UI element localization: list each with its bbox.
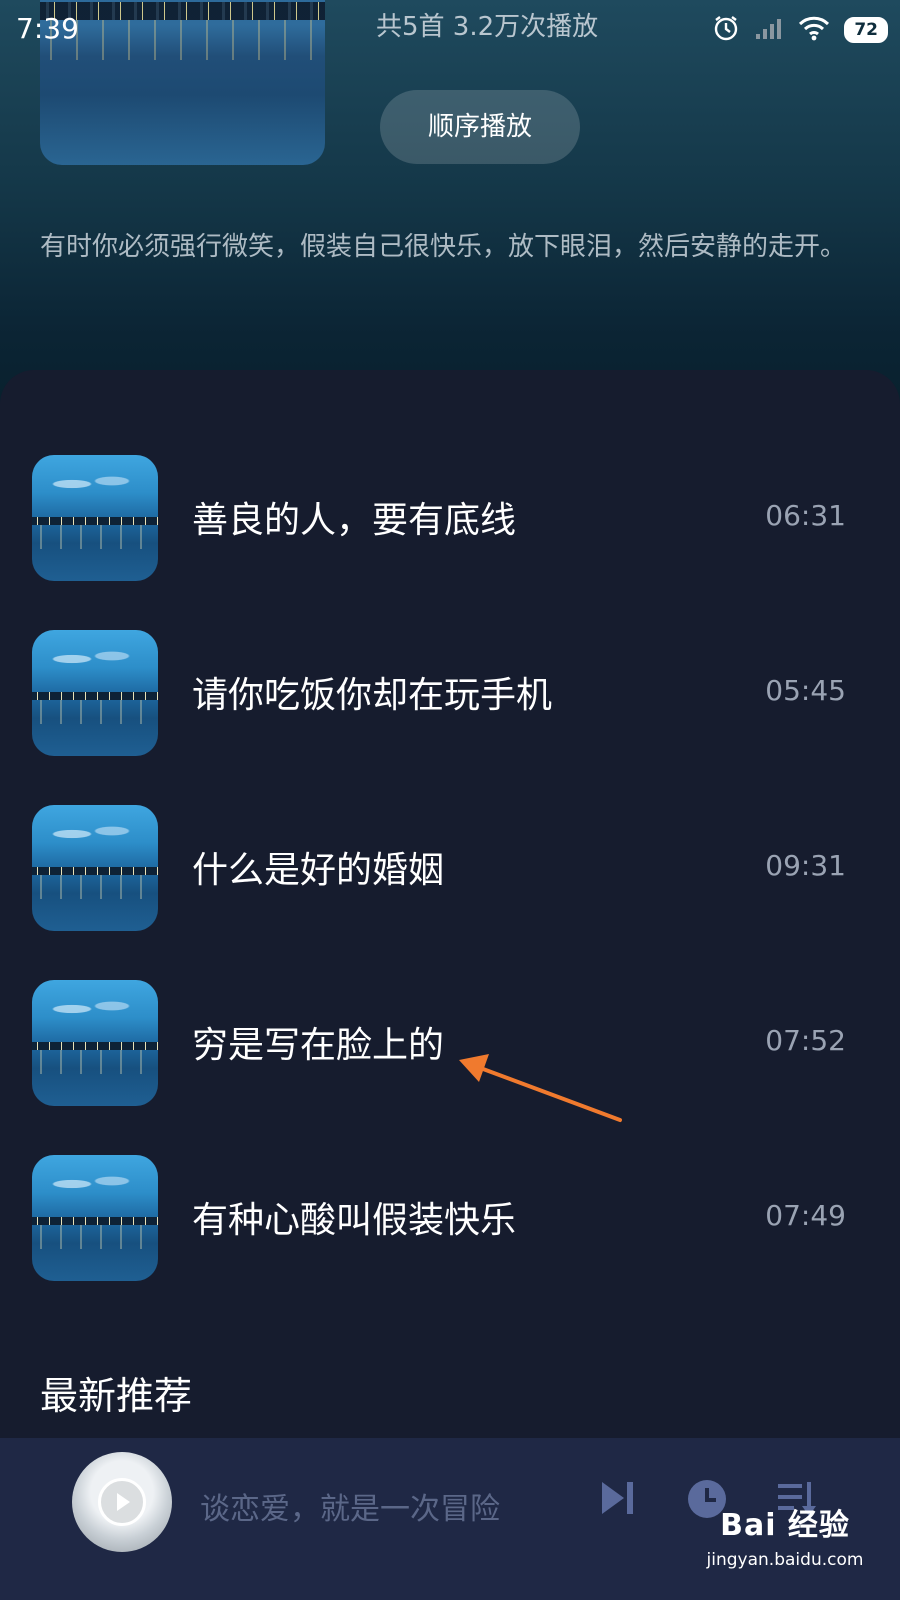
- status-time: 7:39: [16, 12, 79, 45]
- track-duration: 05:45: [765, 674, 846, 707]
- alarm-icon: [712, 14, 740, 46]
- latest-recommend-title: 最新推荐: [40, 1374, 193, 1418]
- track-title: 有种心酸叫假装快乐: [192, 1200, 517, 1241]
- cover-skyline: [40, 2, 325, 20]
- album-description: 有时你必须强行微笑，假装自己很快乐，放下眼泪，然后安静的走开。: [40, 232, 847, 262]
- track-row[interactable]: 善良的人，要有底线 06:31: [0, 455, 900, 581]
- track-title: 什么是好的婚姻: [192, 850, 445, 891]
- now-playing-cover[interactable]: [72, 1452, 172, 1552]
- signal-icon: [754, 16, 784, 44]
- album-summary: 共5首 3.2万次播放: [376, 12, 599, 42]
- track-thumbnail: [32, 980, 158, 1106]
- track-title: 穷是写在脸上的: [192, 1025, 445, 1066]
- track-thumbnail: [32, 1155, 158, 1281]
- cover-reflection: [40, 20, 325, 60]
- wifi-icon: [798, 15, 830, 45]
- track-title: 请你吃饭你却在玩手机: [192, 675, 553, 716]
- watermark-logo: Bai 经验: [720, 1508, 850, 1543]
- status-icons: 72: [712, 14, 888, 46]
- annotation-arrow: [459, 1054, 622, 1122]
- track-thumbnail: [32, 455, 158, 581]
- watermark-url: jingyan.baidu.com: [706, 1550, 864, 1570]
- battery-icon: 72: [844, 17, 888, 43]
- track-duration: 07:49: [765, 1199, 846, 1232]
- track-duration: 06:31: [765, 499, 846, 532]
- track-row[interactable]: 有种心酸叫假装快乐 07:49: [0, 1155, 900, 1281]
- track-row[interactable]: 请你吃饭你却在玩手机 05:45: [0, 630, 900, 756]
- play-icon[interactable]: [98, 1478, 146, 1526]
- track-duration: 07:52: [765, 1024, 846, 1057]
- play-order-button[interactable]: 顺序播放: [380, 90, 580, 164]
- track-thumbnail: [32, 630, 158, 756]
- album-cover[interactable]: [40, 0, 325, 165]
- baidu-jingyan-watermark: Bai 经验 jingyan.baidu.com: [690, 1500, 880, 1570]
- track-duration: 09:31: [765, 849, 846, 882]
- now-playing-title[interactable]: 谈恋爱，就是一次冒险: [200, 1484, 500, 1528]
- next-icon[interactable]: [598, 1478, 638, 1522]
- track-row[interactable]: 穷是写在脸上的 07:52: [0, 980, 900, 1106]
- track-thumbnail: [32, 805, 158, 931]
- track-title: 善良的人，要有底线: [192, 500, 517, 541]
- track-row[interactable]: 什么是好的婚姻 09:31: [0, 805, 900, 931]
